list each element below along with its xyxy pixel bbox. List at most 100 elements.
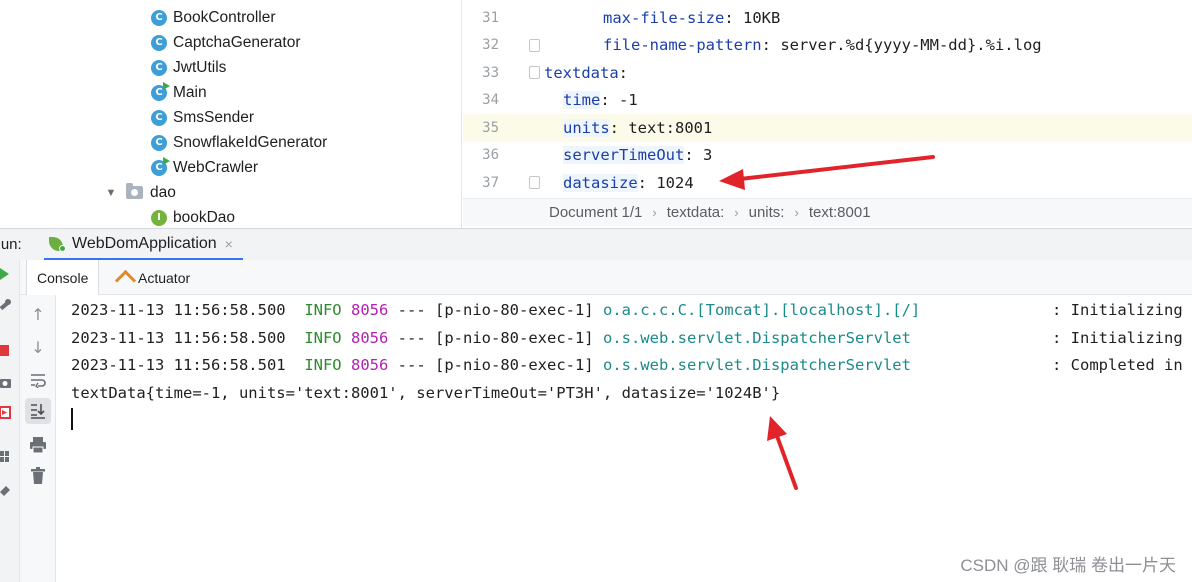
trash-glyph [31,467,45,484]
log-separator: --- [397,356,426,374]
camera-icon[interactable] [0,379,11,388]
log-timestamp: 2023-11-13 11:56:58.500 [71,301,286,319]
class-icon: C [151,109,167,126]
pin-icon[interactable] [0,486,10,496]
close-icon[interactable]: × [225,236,233,252]
tree-item-label: JwtUtils [173,58,227,76]
tree-item-label: Main [173,83,207,101]
fold-marker-icon[interactable] [529,176,540,189]
soft-wrap-icon[interactable] [25,367,51,393]
log-pid: 8056 [350,356,389,374]
yaml-key: datasize [563,173,638,192]
print-icon[interactable] [25,432,51,458]
breadcrumb-item[interactable]: units: [749,204,785,221]
class-icon: C [151,134,167,151]
tree-item-jwtutils[interactable]: C JwtUtils [151,55,226,80]
yaml-key: max-file-size [603,8,725,27]
log-logger[interactable]: o.s.web.servlet.DispatcherServlet [603,329,911,347]
code-line[interactable]: 32 file-name-pattern: server.%d{yyyy-MM-… [463,32,1192,60]
yaml-key: units [563,118,610,137]
class-icon: C [151,59,167,76]
line-number: 35 [482,119,499,136]
restore-layout-icon[interactable] [0,406,11,419]
run-tab-title: WebDomApplication [72,234,217,252]
runnable-class-icon: C [151,156,170,176]
side-toolbar-icons [0,268,11,496]
log-pid: 8056 [350,328,389,347]
log-separator: --- [397,301,426,319]
code-line-current[interactable]: 35 units: text:8001 [463,114,1192,142]
fold-marker-icon[interactable] [529,66,540,79]
run-subtabs: Console Actuator [0,260,1192,295]
breadcrumb-separator: › [652,205,657,220]
tree-item-captchagenerator[interactable]: C CaptchaGenerator [151,30,301,55]
scroll-to-end-icon[interactable] [25,398,51,424]
tree-item-label: SnowflakeIdGenerator [173,133,328,151]
code-line[interactable]: 37 datasize: 1024 [463,169,1192,197]
log-message: : Completed in [1052,356,1183,374]
line-number: 33 [482,64,499,81]
log-timestamp: 2023-11-13 11:56:58.500 [71,328,286,347]
code-line[interactable]: 33 textdata: [463,59,1192,87]
tree-item-dao[interactable]: ▼ dao [104,180,176,205]
log-logger[interactable]: o.a.c.c.C.[Tomcat].[localhost].[/] [603,301,920,319]
tree-item-webcrawler[interactable]: C WebCrawler [151,155,258,180]
log-line: 2023-11-13 11:56:58.500 INFO 8056 --- [p… [71,297,920,323]
line-number: 37 [482,174,499,191]
yaml-value: 3 [693,146,713,165]
watermark: CSDN @跟 耿瑞 卷出一片天 [960,556,1176,575]
trash-icon[interactable] [25,463,51,489]
stop-icon[interactable] [0,345,9,356]
run-config-tab[interactable]: WebDomApplication × [44,229,243,261]
yaml-colon: : [724,8,734,27]
console-toolbar: ↑ ↓ [20,295,56,582]
runnable-class-icon: C [151,81,170,101]
layout-icon[interactable] [0,451,9,462]
tab-console[interactable]: Console [26,260,100,295]
tree-item-bookdao[interactable]: I bookDao [151,205,235,230]
fold-marker-icon[interactable] [529,38,540,52]
tree-item-snowflakeidgenerator[interactable]: C SnowflakeIdGenerator [151,130,327,155]
tree-item-bookcontroller[interactable]: C BookController [151,5,276,30]
yaml-editor[interactable]: 31 max-file-size: 10KB 32 file-name-patt… [463,0,1192,198]
yaml-colon: : [684,146,694,165]
down-arrow-icon[interactable]: ↓ [25,334,51,360]
tab-label: Console [37,269,89,286]
yaml-colon: : [618,63,628,82]
rerun-icon[interactable] [0,268,9,280]
class-icon: C [151,9,167,26]
line-number: 31 [482,9,499,26]
yaml-key: serverTimeOut [563,146,685,165]
chevron-down-icon[interactable]: ▼ [104,186,118,200]
breadcrumb-item[interactable]: Document 1/1 [549,204,642,221]
breadcrumb-item[interactable]: textdata: [667,204,725,221]
yaml-key: textdata [544,63,619,82]
run-label: Run: [0,236,22,253]
up-arrow-icon[interactable]: ↑ [25,301,51,327]
tree-item-label: dao [150,183,176,201]
tab-label: Actuator [138,269,191,286]
yaml-colon: : [637,173,647,192]
log-thread: [p-nio-80-exec-1] [435,328,594,347]
log-logger[interactable]: o.s.web.servlet.DispatcherServlet [603,356,911,374]
yaml-colon: : [600,91,610,110]
tree-item-main[interactable]: C Main [151,80,207,105]
code-line[interactable]: 31 max-file-size: 10KB [463,4,1192,32]
class-icon: C [151,34,167,51]
tree-item-smssender[interactable]: C SmsSender [151,105,254,130]
code-line[interactable]: 36 serverTimeOut: 3 [463,142,1192,170]
line-number: 34 [482,92,499,109]
log-thread: [p-nio-80-exec-1] [435,301,594,319]
wrench-icon[interactable] [0,299,11,311]
editor-breadcrumb: Document 1/1 › textdata: › units: › text… [463,198,1192,226]
code-line[interactable]: 34 time: -1 [463,87,1192,115]
tree-item-label: BookController [173,8,276,26]
tree-item-label: CaptchaGenerator [173,33,301,51]
tab-actuator[interactable]: Actuator [106,260,200,295]
breadcrumb-item[interactable]: text:8001 [809,204,871,221]
log-line: 2023-11-13 11:56:58.501 INFO 8056 --- [p… [71,352,911,378]
log-message: : Initializing [1052,328,1183,347]
soft-wrap-glyph [31,374,46,388]
breadcrumb-separator: › [794,205,799,220]
tree-item-label: bookDao [173,208,236,226]
